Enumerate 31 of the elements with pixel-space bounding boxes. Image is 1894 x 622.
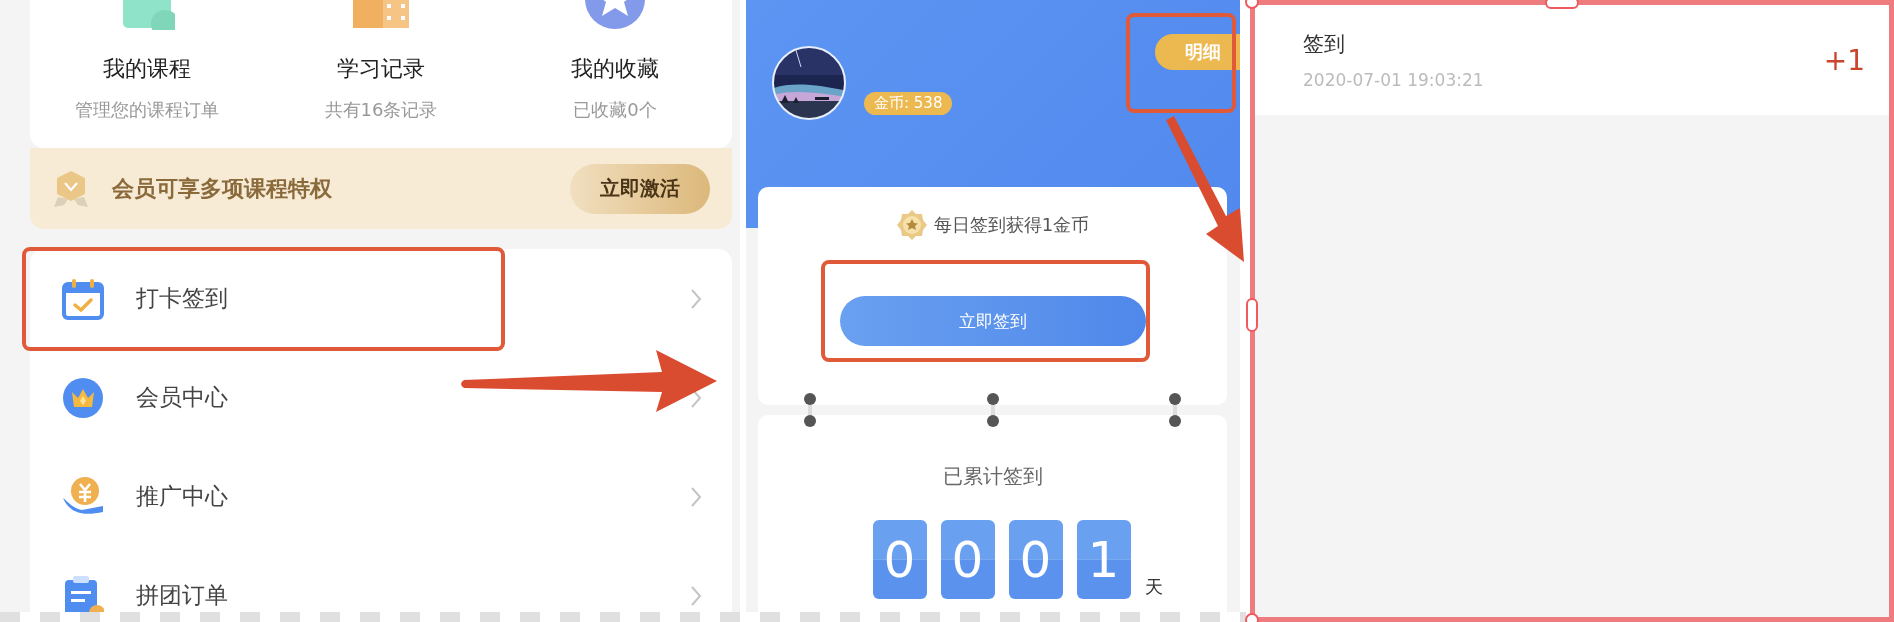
flip-digit: 0: [940, 520, 995, 599]
star-badge-icon: [895, 209, 928, 241]
calendar-icon: [62, 277, 104, 320]
stat-subtitle: 管理您的课程订单: [75, 98, 219, 122]
stat-title[interactable]: 我的收藏: [571, 54, 659, 84]
chevron-icon: [690, 584, 702, 607]
member-benefit-text: 会员可享多项课程特权: [112, 174, 333, 203]
flip-digit: 0: [872, 520, 927, 599]
coin-balance-badge: 金币: 538: [864, 92, 953, 115]
stat-subtitle: 共有16条记录: [324, 98, 438, 122]
stat-title[interactable]: 我的课程: [103, 54, 191, 84]
menu-item[interactable]: 推广中心: [30, 447, 732, 546]
chevron-icon: [690, 287, 702, 310]
total-label: 已累计签到: [942, 463, 1043, 490]
flip-digit: 0: [1008, 520, 1063, 599]
reward-text: 每日签到获得1金币: [933, 213, 1090, 237]
chevron-icon: [690, 485, 702, 508]
stat-title[interactable]: 学习记录: [337, 54, 425, 84]
record-title: 签到: [1303, 31, 1346, 58]
activate-button[interactable]: 立即激活: [570, 163, 710, 214]
record-time: 2020-07-01 19:03:21: [1303, 70, 1485, 90]
record-amount: +1: [1823, 43, 1865, 77]
stat-subtitle: 已收藏0个: [573, 98, 657, 122]
crown-icon: [62, 376, 104, 419]
resize-handle[interactable]: [1246, 298, 1258, 332]
resize-handle[interactable]: [1545, 0, 1579, 9]
star-icon[interactable]: [584, 0, 646, 30]
unit-label: 天: [1144, 575, 1163, 599]
flip-digit: 1: [1076, 520, 1131, 599]
menu-item[interactable]: 打卡签到: [30, 249, 732, 348]
medal-icon: [54, 168, 88, 209]
